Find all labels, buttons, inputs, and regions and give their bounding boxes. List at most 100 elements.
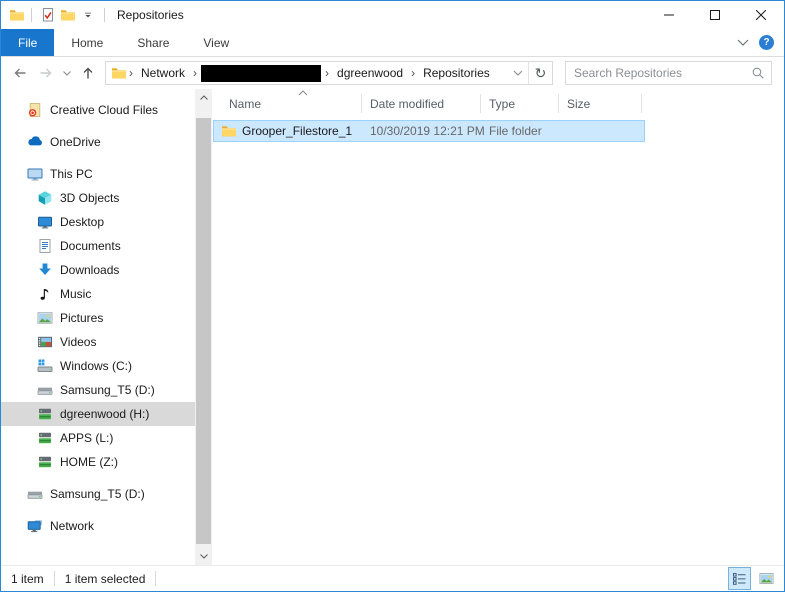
sidebar-item-label: HOME (Z:)	[60, 455, 118, 469]
sidebar-item-onedrive[interactable]: OneDrive	[1, 130, 195, 154]
sidebar-item-samsung-t5-d-root[interactable]: Samsung_T5 (D:)	[1, 482, 195, 506]
file-name-cell: Grooper_Filestore_1	[214, 123, 362, 139]
window-controls	[646, 1, 784, 29]
sidebar-item-music[interactable]: Music	[1, 282, 195, 306]
column-header-date-modified[interactable]: Date modified	[362, 89, 481, 118]
sidebar-item-label: Videos	[60, 335, 97, 349]
quick-access-properties-button[interactable]	[38, 4, 58, 26]
file-date-modified: 10/30/2019 12:21 PM	[370, 124, 485, 138]
breadcrumb-segment-network[interactable]: Network	[135, 66, 191, 80]
breadcrumb-segment-redacted[interactable]	[201, 64, 322, 82]
column-header-type[interactable]: Type	[481, 89, 559, 118]
properties-check-icon	[40, 7, 56, 23]
breadcrumb-segment-repositories[interactable]: Repositories	[417, 66, 496, 80]
tab-home[interactable]: Home	[54, 29, 120, 56]
pictures-icon	[37, 310, 53, 326]
sidebar-item-this-pc[interactable]: This PC	[1, 162, 195, 186]
downloads-icon	[37, 262, 53, 278]
maximize-button[interactable]	[692, 1, 738, 29]
navigation-toolbar: › Network › › dgreenwood › Repositories …	[1, 57, 784, 89]
chevron-down-icon	[199, 554, 208, 559]
sidebar-scrollbar[interactable]	[195, 89, 212, 565]
help-button[interactable]: ?	[759, 35, 774, 50]
scrollbar-thumb[interactable]	[196, 118, 211, 544]
sidebar-item-network[interactable]: Network	[1, 514, 195, 538]
address-bar[interactable]: › Network › › dgreenwood › Repositories …	[105, 61, 553, 85]
onedrive-icon	[27, 134, 43, 150]
folder-icon	[221, 123, 237, 139]
quick-access-new-folder-button[interactable]	[58, 4, 78, 26]
navigation-pane: Creative Cloud Files OneDrive This PC 3D…	[1, 89, 212, 565]
thumbnail-view-icon	[757, 571, 776, 586]
details-view-button[interactable]	[728, 567, 751, 590]
tab-file[interactable]: File	[1, 29, 55, 56]
new-folder-icon	[60, 7, 76, 23]
selection-status: 1 item selected	[64, 571, 146, 586]
tab-share[interactable]: Share	[120, 29, 186, 56]
search-box[interactable]	[565, 61, 772, 85]
sidebar-item-dgreenwood-h[interactable]: dgreenwood (H:)	[1, 402, 195, 426]
music-icon	[37, 286, 53, 302]
divider	[104, 8, 105, 22]
file-row-grooper-filestore-1[interactable]: Grooper_Filestore_1 10/30/2019 12:21 PM …	[213, 120, 645, 142]
breadcrumb-chevron-icon: ›	[411, 66, 416, 80]
toolbar-caret-icon	[82, 9, 94, 21]
drive-icon	[37, 382, 53, 398]
sidebar-item-label: Creative Cloud Files	[50, 103, 159, 117]
column-headers: Name Date modified Type Size	[212, 89, 784, 118]
up-button[interactable]	[75, 60, 101, 86]
sidebar-item-label: This PC	[50, 167, 93, 181]
sidebar-item-home-z[interactable]: HOME (Z:)	[1, 450, 195, 474]
sidebar-item-windows-c[interactable]: Windows (C:)	[1, 354, 195, 378]
breadcrumb-chevron-icon: ›	[193, 66, 198, 80]
sidebar-item-label: Pictures	[60, 311, 104, 325]
recent-locations-button[interactable]	[59, 60, 75, 86]
sidebar-item-apps-l[interactable]: APPS (L:)	[1, 426, 195, 450]
close-icon	[756, 10, 766, 20]
expand-ribbon-button[interactable]	[737, 39, 749, 47]
search-input[interactable]	[574, 66, 751, 80]
videos-icon	[37, 334, 53, 350]
title-bar: Repositories	[1, 1, 784, 29]
sidebar-item-pictures[interactable]: Pictures	[1, 306, 195, 330]
sidebar-item-label: Samsung_T5 (D:)	[50, 487, 145, 501]
documents-icon	[37, 238, 53, 254]
sidebar-item-label: Downloads	[60, 263, 120, 277]
sidebar-item-label: Desktop	[60, 215, 105, 229]
breadcrumb-chevron-icon: ›	[129, 66, 133, 80]
column-header-size[interactable]: Size	[559, 89, 642, 118]
sidebar-item-label: OneDrive	[50, 135, 101, 149]
customize-quick-access-button[interactable]	[78, 4, 98, 26]
drive-icon	[27, 486, 43, 502]
sidebar-item-downloads[interactable]: Downloads	[1, 258, 195, 282]
sidebar-item-label: Documents	[60, 239, 121, 253]
minimize-icon	[664, 14, 674, 16]
large-icons-view-button[interactable]	[755, 567, 778, 590]
sidebar-item-desktop[interactable]: Desktop	[1, 210, 195, 234]
arrow-left-icon	[14, 68, 26, 78]
file-explorer-window: Repositories File Home Share View ? › Ne…	[0, 0, 785, 592]
sidebar-item-creative-cloud-files[interactable]: Creative Cloud Files	[1, 98, 195, 122]
tab-view[interactable]: View	[186, 29, 246, 56]
close-button[interactable]	[738, 1, 784, 29]
scroll-up-button[interactable]	[195, 89, 212, 106]
divider	[53, 571, 55, 586]
address-dropdown-button[interactable]	[508, 62, 528, 84]
scroll-down-button[interactable]	[195, 548, 212, 565]
file-type: File folder	[489, 124, 542, 138]
window-title: Repositories	[117, 8, 184, 22]
sidebar-item-3d-objects[interactable]: 3D Objects	[1, 186, 195, 210]
back-button[interactable]	[7, 60, 33, 86]
sidebar-item-videos[interactable]: Videos	[1, 330, 195, 354]
sidebar-item-label: Samsung_T5 (D:)	[60, 383, 155, 397]
column-header-name[interactable]: Name	[212, 89, 362, 118]
details-view-icon	[733, 572, 746, 585]
forward-button[interactable]	[33, 60, 59, 86]
sidebar-item-samsung-t5-d[interactable]: Samsung_T5 (D:)	[1, 378, 195, 402]
search-icon[interactable]	[751, 66, 765, 80]
breadcrumb-segment-dgreenwood[interactable]: dgreenwood	[331, 66, 409, 80]
sidebar-item-documents[interactable]: Documents	[1, 234, 195, 258]
refresh-button[interactable]: ↻	[528, 62, 552, 84]
minimize-button[interactable]	[646, 1, 692, 29]
breadcrumb: › Network › › dgreenwood › Repositories	[106, 62, 508, 84]
